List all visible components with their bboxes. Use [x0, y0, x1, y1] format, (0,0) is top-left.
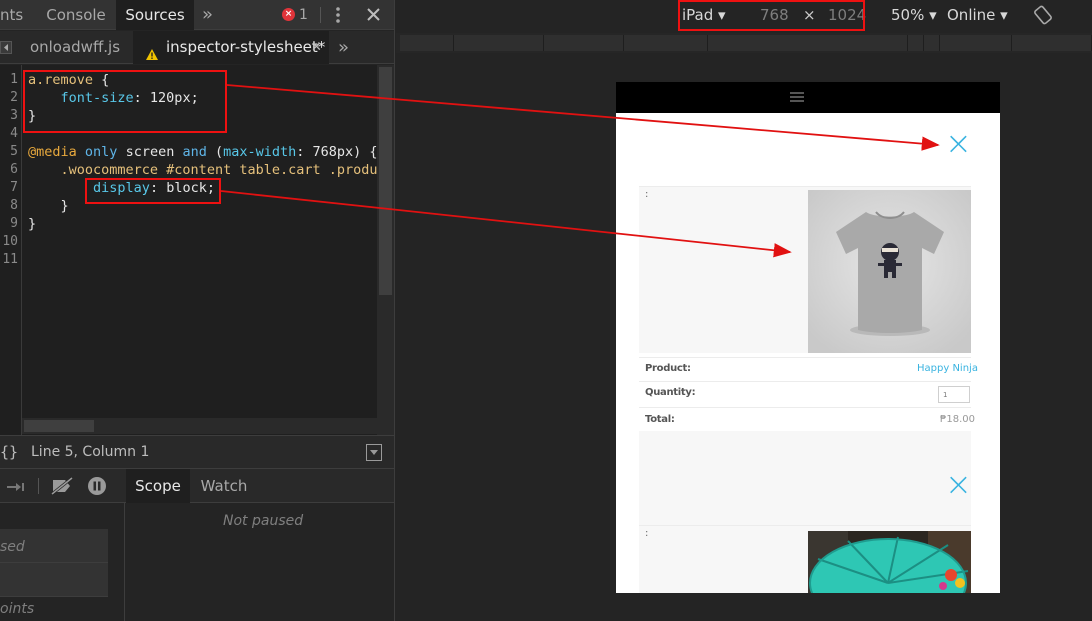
cell-label: :	[645, 528, 649, 539]
code-line[interactable]: }	[28, 197, 69, 215]
quantity-label: Quantity:	[645, 387, 696, 398]
product-image[interactable]	[808, 531, 971, 593]
not-paused-text: Not paused	[223, 513, 304, 529]
tab-watch[interactable]: Watch	[192, 469, 256, 503]
code-token: and	[182, 144, 207, 160]
total-value: ₱18.00	[940, 414, 975, 425]
section-header[interactable]	[0, 563, 108, 597]
remove-item-icon[interactable]: ×	[945, 127, 972, 159]
breakpoints-status: oints	[0, 601, 35, 617]
code-token: : 768px) {	[296, 144, 377, 160]
code-token: (	[206, 144, 224, 160]
product-image[interactable]	[808, 190, 971, 353]
tab-sources[interactable]: Sources	[116, 0, 194, 30]
more-tabs-button[interactable]: »	[202, 0, 222, 30]
close-icon[interactable]	[366, 7, 381, 26]
divider	[639, 407, 971, 408]
annotation-box-display-rule	[85, 178, 221, 204]
kebab-menu-icon[interactable]	[336, 6, 340, 24]
horizontal-scroll-thumb[interactable]	[24, 420, 94, 432]
code-token: max-width	[223, 144, 297, 160]
file-tabs: onloadwff.js inspector-stylesheet* ✕ »	[0, 31, 394, 64]
network-select[interactable]: Online ▾	[947, 0, 1008, 30]
pretty-print-button[interactable]: {}	[0, 443, 18, 461]
cart-row-remove-cell	[639, 431, 971, 525]
code-token: @media	[28, 144, 77, 160]
step-icon[interactable]	[6, 479, 26, 498]
annotation-box-remove-rule	[23, 70, 227, 133]
hamburger-menu-icon[interactable]	[790, 92, 804, 94]
total-label: Total:	[645, 414, 675, 425]
zoom-select[interactable]: 50% ▾	[891, 0, 937, 30]
cell-label: :	[645, 189, 649, 200]
code-line[interactable]: }	[28, 215, 36, 233]
vertical-scroll-thumb[interactable]	[379, 67, 392, 295]
more-files-button[interactable]: »	[338, 31, 349, 64]
code-line[interactable]: .woocommerce #content table.cart .produc…	[28, 161, 377, 179]
remove-item-icon[interactable]: ×	[945, 468, 972, 500]
tab-console[interactable]: Console	[36, 0, 116, 30]
file-tab-label: inspector-stylesheet*	[166, 38, 326, 56]
divider	[320, 7, 321, 23]
debugger-sidebar: sed oints	[0, 503, 125, 621]
tshirt-image-icon	[808, 190, 971, 353]
code-line[interactable]: @media only screen and (max-width: 768px…	[28, 143, 377, 161]
code-token: }	[28, 216, 37, 232]
rotate-icon[interactable]	[1033, 5, 1053, 29]
annotation-box-device	[678, 0, 865, 31]
quantity-input[interactable]: 1	[938, 386, 970, 403]
toggle-navigator-icon[interactable]	[0, 41, 12, 54]
file-tab-onloadwff[interactable]: onloadwff.js	[18, 31, 132, 64]
code-token: .woocommerce #content table.cart .produc…	[60, 162, 377, 178]
device-viewport[interactable]: × : Product: Happy Ninja Quantity: 1 Tot…	[616, 82, 1000, 593]
toggle-drawer-icon[interactable]	[366, 444, 382, 461]
deactivate-breakpoints-icon[interactable]	[50, 476, 74, 499]
media-query-ruler	[396, 33, 1092, 53]
devtools-tabbar: nts Console Sources » × 1	[0, 0, 394, 30]
divider	[639, 357, 971, 358]
product-label: Product:	[645, 363, 691, 374]
tab-elements[interactable]: nts	[0, 0, 36, 30]
cursor-position: Line 5, Column 1	[31, 444, 150, 460]
debugger-toolbar: Scope Watch	[0, 469, 394, 503]
code-token: screen	[117, 144, 183, 160]
error-count[interactable]: 1	[299, 0, 308, 30]
site-header	[616, 82, 1000, 113]
divider	[38, 478, 39, 494]
pause-on-exceptions-icon[interactable]	[87, 476, 107, 500]
editor-status-bar: {} Line 5, Column 1	[0, 435, 394, 469]
call-stack-status: sed	[0, 539, 25, 555]
umbrella-image-icon	[808, 531, 971, 593]
close-file-icon[interactable]: ✕	[311, 31, 322, 64]
code-token: }	[28, 198, 69, 214]
tab-scope[interactable]: Scope	[126, 469, 190, 503]
divider	[639, 381, 971, 382]
file-tab-inspector-stylesheet[interactable]: inspector-stylesheet* ✕	[133, 31, 329, 64]
error-icon[interactable]: ×	[282, 8, 295, 21]
code-token: only	[84, 144, 118, 160]
product-link[interactable]: Happy Ninja	[917, 363, 978, 374]
